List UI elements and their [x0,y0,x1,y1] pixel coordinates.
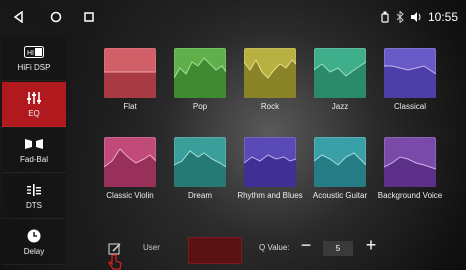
preset-tile [384,137,436,187]
preset-label: Classic Violin [106,191,154,200]
preset-tile [384,48,436,98]
sidebar-item-dts[interactable]: DTS [2,174,66,219]
q-increase-button[interactable]: + [363,236,379,254]
preset-tile [104,137,156,187]
preset-label: Dream [187,191,212,200]
hifi-icon: HI [24,44,44,60]
bluetooth-icon [396,11,404,23]
home-button[interactable] [47,8,65,26]
sidebar-item-label: DTS [26,201,42,210]
preset-jazz[interactable]: Jazz [304,48,376,111]
preset-label: Background Voice [377,191,443,200]
preset-tile [174,137,226,187]
preset-label: Rhythm and Blues [237,191,303,200]
fader-balance-icon [25,136,43,152]
back-icon [13,11,23,23]
pointer-hand-icon [108,254,122,270]
equalizer-icon [26,90,42,106]
user-preset-label: User [143,243,160,252]
preset-pop[interactable]: Pop [164,48,236,111]
preset-dream[interactable]: Dream [164,137,236,200]
dts-icon [27,182,41,198]
preset-label: Rock [260,102,280,111]
status-bar: 10:55 [0,0,466,34]
status-indicators: 10:55 [380,8,458,26]
sidebar-item-label: HiFi DSP [17,63,51,72]
sidebar-item-fad-bal[interactable]: Fad-Bal [2,128,66,173]
user-preset-tile[interactable] [188,237,242,264]
bottom-bar: User Q Value: − 5 + [0,232,466,270]
sidebar-item-label: EQ [28,109,40,118]
recents-button[interactable] [80,8,98,26]
clock-time: 10:55 [427,10,458,24]
preset-rock[interactable]: Rock [234,48,306,111]
preset-label: Flat [123,102,137,111]
preset-classic-violin[interactable]: Classic Violin [94,137,166,200]
q-value-label: Q Value: [259,243,290,252]
back-button[interactable] [10,8,28,26]
q-decrease-button[interactable]: − [298,236,314,254]
preset-label: Jazz [331,102,349,111]
preset-tile [244,137,296,187]
svg-text:HI: HI [27,50,34,57]
preset-tile [104,48,156,98]
sidebar-item-hifi-dsp[interactable]: HI HiFi DSP [2,36,66,81]
preset-flat[interactable]: Flat [94,48,166,111]
usb-icon [381,11,389,23]
preset-background-voice[interactable]: Background Voice [374,137,446,200]
preset-classical[interactable]: Classical [374,48,446,111]
preset-label: Pop [192,102,208,111]
preset-rhythm-and-blues[interactable]: Rhythm and Blues [234,137,306,200]
home-icon [50,11,62,23]
preset-tile [174,48,226,98]
preset-label: Classical [393,102,426,111]
volume-icon [410,12,421,22]
preset-acoustic-guitar[interactable]: Acoustic Guitar [304,137,376,200]
sidebar-item-eq[interactable]: EQ [2,82,66,127]
preset-tile [314,48,366,98]
q-value-field[interactable]: 5 [323,241,353,256]
recents-icon [84,12,94,22]
preset-label: Acoustic Guitar [312,191,368,200]
sidebar-item-label: Fad-Bal [19,155,48,164]
preset-tile [244,48,296,98]
preset-tile [314,137,366,187]
